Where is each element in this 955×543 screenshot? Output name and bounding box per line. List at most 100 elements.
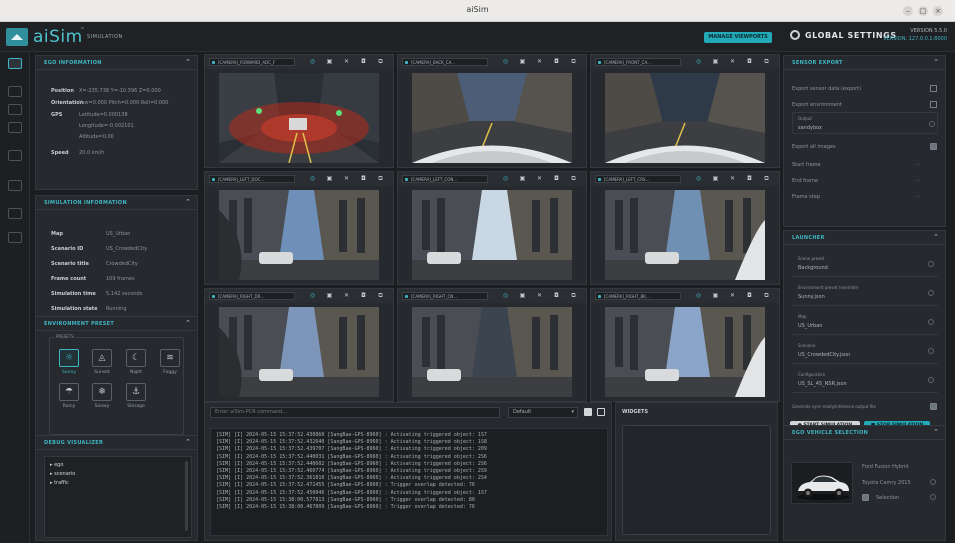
camera-select[interactable]: [CAMERA]_FORWARD_ADC_F [209,58,295,66]
screenshot-icon[interactable]: ◘ [553,292,560,299]
camera-viewport[interactable]: [CAMERA]_RIGHT_CN... ◎ ▣ ✕ ◘ ⧉ [397,288,587,402]
close-icon[interactable]: ✕ [536,175,543,182]
target-icon[interactable]: ◎ [502,292,509,299]
panel-header[interactable]: EGO VEHICLE SELECTION ⌃ [784,426,945,440]
browse-icon[interactable] [928,348,934,354]
camera-icon[interactable]: ▣ [712,58,719,65]
export-sensor-checkbox[interactable] [930,85,937,92]
target-icon[interactable]: ◎ [502,58,509,65]
panel-header[interactable]: SIMULATION INFORMATION ⌃ [36,196,197,210]
close-icon[interactable]: ✕ [343,58,350,65]
camera-icon[interactable]: ▣ [519,175,526,182]
camera-select[interactable]: [CAMERA]_FRONT_CA... [595,58,681,66]
camera-select[interactable]: [CAMERA]_BACK_CA... [402,58,488,66]
target-icon[interactable]: ◎ [309,292,316,299]
camera-icon[interactable]: ▣ [519,58,526,65]
target-icon[interactable]: ◎ [695,58,702,65]
widgets-area[interactable] [622,425,771,535]
tree-item-traffic[interactable]: ▸ traffic [50,479,69,488]
selection-radio[interactable] [930,494,936,500]
camera-select[interactable]: [CAMERA]_LEFT_CON... [402,175,488,183]
vehicle-radio[interactable] [930,479,936,485]
rail-camera-icon[interactable] [8,86,22,97]
rail-car-icon[interactable] [8,104,22,115]
camera-select[interactable]: [CAMERA]_RIGHT_BK... [595,292,681,300]
close-icon[interactable]: ✕ [343,292,350,299]
maximize-button[interactable]: □ [918,6,928,16]
launcher-field[interactable]: Configuration US_SL_45_NSR.json [792,369,938,393]
screenshot-icon[interactable]: ◘ [553,58,560,65]
vehicle-thumbnail[interactable] [791,462,853,504]
preset-storage[interactable]: ⚓ [126,383,146,401]
collapse-icon[interactable]: ⌃ [185,319,191,327]
camera-viewport[interactable]: [CAMERA]_FRONT_CA... ◎ ▣ ✕ ◘ ⧉ [590,54,780,168]
browse-icon[interactable] [928,377,934,383]
launcher-field[interactable]: Scene preset Background [792,253,938,277]
tree-item-scenario[interactable]: ▸ scenario [50,470,75,479]
rail-chart-icon[interactable] [8,232,22,243]
launcher-field[interactable]: Map US_Urban [792,311,938,335]
popout-icon[interactable]: ⧉ [377,58,384,65]
popout-icon[interactable]: ⧉ [377,292,384,299]
panel-header[interactable]: DEBUG VISUALIZER ⌃ [36,436,197,450]
camera-viewport[interactable]: [CAMERA]_FORWARD_ADC_F ◎ ▣ ✕ ◘ ⧉ [204,54,394,168]
screenshot-icon[interactable]: ◘ [360,58,367,65]
launcher-field[interactable]: Environment preset (override) Sunny.json [792,282,938,306]
manage-viewports-button[interactable]: MANAGE VIEWPORTS [704,32,772,43]
tree-item-ego[interactable]: ▸ ego [50,461,63,470]
popout-icon[interactable]: ⧉ [570,292,577,299]
target-icon[interactable]: ◎ [309,58,316,65]
scrollbar[interactable] [185,461,188,531]
export-images-checkbox[interactable] [930,143,937,150]
collapse-icon[interactable]: ⌃ [185,438,191,446]
command-input[interactable]: Enter aiSim-PCR command... [210,407,500,418]
camera-icon[interactable]: ▣ [519,292,526,299]
camera-icon[interactable]: ▣ [712,175,719,182]
popout-icon[interactable]: ⧉ [763,175,770,182]
log-level-select[interactable]: Default ▾ [508,407,578,418]
screenshot-icon[interactable]: ◘ [746,175,753,182]
collapse-icon[interactable]: ⌃ [185,198,191,206]
gear-icon[interactable] [790,30,800,40]
close-icon[interactable]: ✕ [536,292,543,299]
launcher-field[interactable]: Scenario US_CrowdedCity.json [792,340,938,364]
popout-icon[interactable]: ⧉ [763,292,770,299]
collapse-icon[interactable]: ⌃ [185,58,191,66]
output-field[interactable]: Output sandybox [792,112,938,134]
preset-sunset[interactable]: ◬ [92,349,112,367]
preset-snowy[interactable]: ❄ [92,383,112,401]
preset-foggy[interactable]: ≋ [160,349,180,367]
collapse-icon[interactable]: ⌃ [933,428,939,436]
close-icon[interactable]: ✕ [536,58,543,65]
popout-icon[interactable]: ⧉ [763,58,770,65]
camera-select[interactable]: [CAMERA]_RIGHT_CN... [402,292,488,300]
camera-icon[interactable]: ▣ [326,58,333,65]
frame-step-stepper[interactable]: ‹ › [914,194,920,200]
end-frame-stepper[interactable]: ‹ › [914,178,920,184]
camera-icon[interactable]: ▣ [326,175,333,182]
close-icon[interactable]: ✕ [343,175,350,182]
camera-viewport[interactable]: [CAMERA]_RIGHT_BK... ◎ ▣ ✕ ◘ ⧉ [590,288,780,402]
screenshot-icon[interactable]: ◘ [360,175,367,182]
target-icon[interactable]: ◎ [695,175,702,182]
minimize-button[interactable]: – [903,6,913,16]
reset-icon[interactable] [929,121,935,127]
target-icon[interactable]: ◎ [309,175,316,182]
camera-viewport[interactable]: [CAMERA]_BACK_CA... ◎ ▣ ✕ ◘ ⧉ [397,54,587,168]
export-env-checkbox[interactable] [930,101,937,108]
browse-icon[interactable] [928,319,934,325]
camera-select[interactable]: [CAMERA]_LEFT_DOC... [209,175,295,183]
browse-icon[interactable] [928,261,934,267]
collapse-icon[interactable]: ⌃ [933,233,939,241]
expand-icon[interactable] [597,408,605,416]
panel-header[interactable]: EGO INFORMATION ⌃ [36,56,197,70]
rail-grid-icon[interactable] [8,208,22,219]
rail-home-icon[interactable] [8,58,22,69]
popout-icon[interactable]: ⧉ [570,58,577,65]
preset-rainy[interactable]: ☂ [59,383,79,401]
preset-night[interactable]: ☾ [126,349,146,367]
popout-icon[interactable]: ⧉ [377,175,384,182]
target-icon[interactable]: ◎ [695,292,702,299]
camera-icon[interactable]: ▣ [712,292,719,299]
close-button[interactable]: × [933,6,943,16]
